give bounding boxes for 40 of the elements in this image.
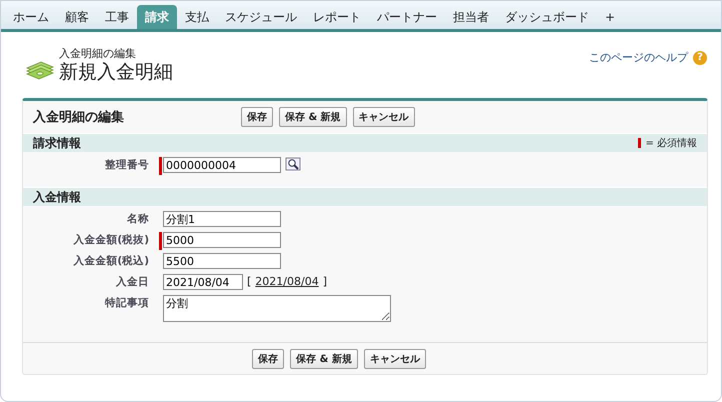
field-label: 入金金額(税込) — [72, 254, 150, 269]
nav-tab[interactable]: パートナー — [369, 5, 445, 29]
text-field[interactable]: 5000 — [163, 232, 281, 248]
nav-tab[interactable]: + — [597, 5, 624, 29]
panel-title: 入金明細の編集 — [33, 108, 125, 126]
page-subtitle: 入金明細の編集 — [59, 46, 137, 61]
help-link[interactable]: このページのヘルプ — [589, 50, 688, 65]
today-link[interactable]: 2021/08/04 — [255, 274, 319, 290]
section-title: 請求情報 — [33, 134, 81, 152]
field-label: 名称 — [126, 212, 150, 227]
required-legend: = 必須情報 — [645, 136, 697, 150]
nav-tab[interactable]: 顧客 — [57, 5, 97, 29]
page-title: 新規入金明細 — [59, 61, 173, 83]
required-marker — [638, 138, 642, 148]
button[interactable]: キャンセル — [364, 349, 426, 369]
text-field[interactable]: 分割1 — [163, 211, 281, 227]
nav-tab[interactable]: 工事 — [97, 5, 137, 29]
text-field[interactable]: 5500 — [163, 253, 281, 269]
nav-tab[interactable]: レポート — [305, 5, 369, 29]
lookup-field[interactable]: 0000000004 — [163, 157, 281, 173]
button[interactable]: キャンセル — [352, 107, 415, 127]
nav-tab[interactable]: ダッシュボード — [497, 5, 597, 29]
button[interactable]: 保存 & 新規 — [279, 107, 347, 127]
button[interactable]: 保存 — [241, 107, 273, 127]
section-title: 入金情報 — [33, 188, 81, 206]
field-label: 入金日 — [114, 275, 150, 290]
field-label: 特記事項 — [104, 296, 150, 311]
nav-tab[interactable]: 担当者 — [445, 5, 497, 29]
nav-tab[interactable]: スケジュール — [217, 5, 305, 29]
date-field[interactable]: 2021/08/04 — [163, 274, 243, 290]
button[interactable]: 保存 — [252, 349, 284, 369]
field-label: 入金金額(税抜) — [72, 233, 150, 248]
bracket: ] — [322, 274, 327, 290]
nav-tab[interactable]: ホーム — [5, 5, 57, 29]
nav-tab[interactable]: 支払 — [177, 5, 217, 29]
bracket: [ — [247, 274, 252, 290]
button[interactable]: 保存 & 新規 — [290, 349, 358, 369]
notes-field[interactable]: 分割 — [163, 295, 391, 322]
field-label: 整理番号 — [104, 158, 150, 173]
search-icon[interactable] — [285, 157, 301, 171]
